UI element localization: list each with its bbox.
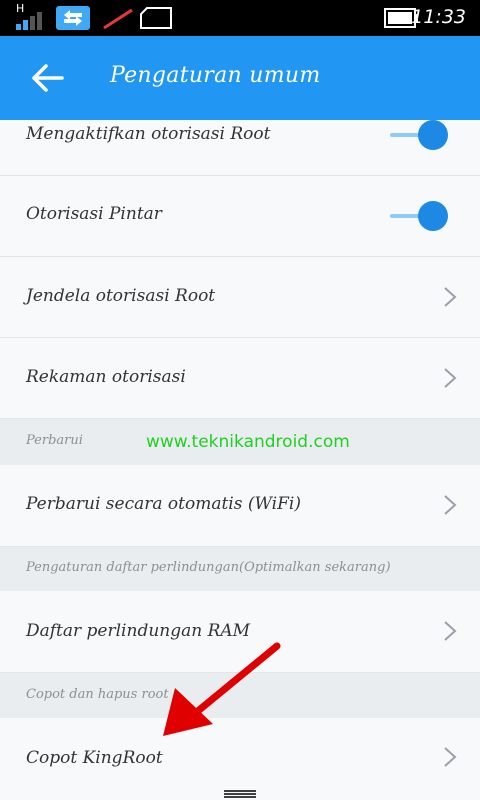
chevron-right-icon: [444, 747, 457, 767]
status-bar: H 11:33: [0, 0, 480, 36]
setting-label: Perbarui secara otomatis (WiFi): [26, 494, 301, 514]
data-transfer-icon: [56, 6, 90, 30]
setting-label: Mengaktifkan otorisasi Root: [26, 124, 271, 144]
chevron-right-icon: [444, 621, 457, 641]
setting-authorization-log[interactable]: Rekaman otorisasi: [0, 338, 480, 419]
page-title: Pengaturan umum: [110, 63, 321, 88]
setting-label: Copot KingRoot: [26, 748, 163, 768]
smart-authorization-toggle[interactable]: [390, 201, 448, 231]
section-header-protection-list: Pengaturan daftar perlindungan(Optimalka…: [0, 547, 480, 591]
toggle-knob: [418, 120, 448, 150]
setting-label: Daftar perlindungan RAM: [26, 621, 251, 641]
setting-root-authorization[interactable]: Mengaktifkan otorisasi Root: [0, 120, 480, 176]
no-sim-icon: [103, 8, 133, 30]
setting-smart-authorization[interactable]: Otorisasi Pintar: [0, 176, 480, 257]
arrow-left-icon[interactable]: [30, 60, 66, 96]
setting-label: Otorisasi Pintar: [26, 204, 162, 224]
section-label: Copot dan hapus root: [26, 687, 169, 702]
toggle-knob: [418, 201, 448, 231]
annotation-arrow-icon: [163, 642, 281, 736]
section-label: Perbarui: [26, 433, 83, 448]
watermark-text: www.teknikandroid.com: [146, 432, 350, 452]
chevron-right-icon: [444, 495, 457, 515]
app-header: Pengaturan umum: [0, 36, 480, 120]
root-authorization-toggle[interactable]: [390, 120, 448, 150]
sim-card-icon: [140, 7, 172, 29]
menu-handle-icon[interactable]: [222, 788, 258, 800]
signal-strength-icon: [16, 12, 42, 30]
section-label: Pengaturan daftar perlindungan(Optimalka…: [26, 560, 391, 575]
chevron-right-icon: [444, 368, 457, 388]
status-time: 11:33: [411, 6, 466, 28]
chevron-right-icon: [444, 287, 457, 307]
setting-auto-update-wifi[interactable]: Perbarui secara otomatis (WiFi): [0, 465, 480, 547]
setting-label: Rekaman otorisasi: [26, 367, 186, 387]
setting-label: Jendela otorisasi Root: [26, 286, 216, 306]
setting-root-authorization-window[interactable]: Jendela otorisasi Root: [0, 257, 480, 338]
